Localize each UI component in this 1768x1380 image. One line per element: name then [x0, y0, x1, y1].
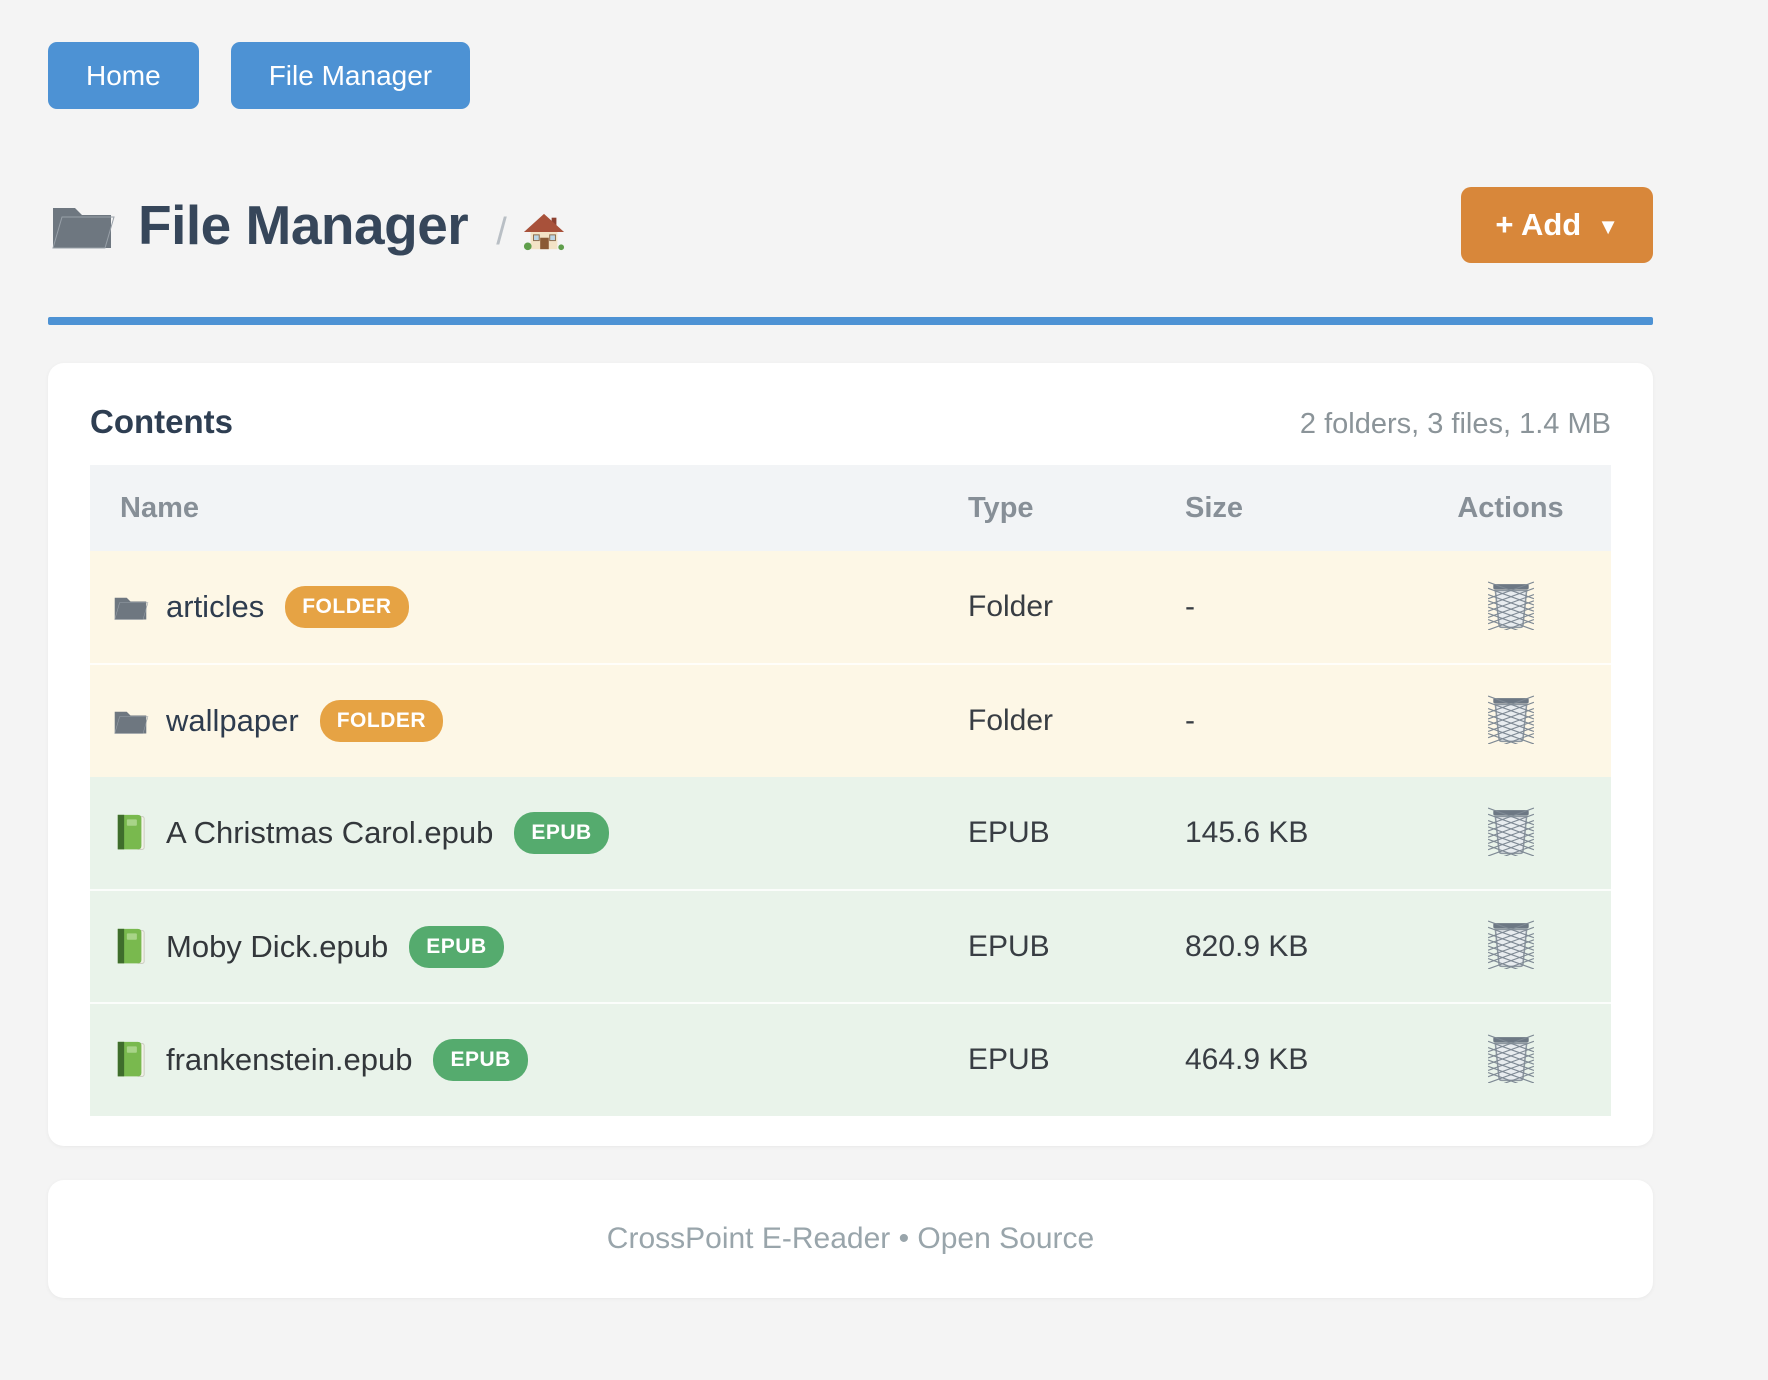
trash-icon — [1488, 580, 1534, 630]
size-value: 464.9 KB — [1185, 1003, 1410, 1116]
add-button[interactable]: + Add ▼ — [1461, 187, 1653, 263]
folder-icon — [112, 587, 149, 627]
size-value: 820.9 KB — [1185, 890, 1410, 1003]
trash-icon — [1488, 1033, 1534, 1083]
table-row[interactable]: articles FOLDER Folder - — [90, 551, 1611, 664]
table-row[interactable]: Moby Dick.epub EPUB EPUB 820.9 KB — [90, 890, 1611, 1003]
file-name[interactable]: A Christmas Carol.epub — [166, 815, 493, 851]
home-icon[interactable] — [523, 211, 565, 253]
trash-icon — [1488, 694, 1534, 744]
file-table: Name Type Size Actions articles FOLDER — [90, 465, 1611, 1116]
house-icon — [523, 211, 565, 253]
folder-name[interactable]: wallpaper — [166, 703, 299, 739]
table-row[interactable]: frankenstein.epub EPUB EPUB 464.9 KB — [90, 1003, 1611, 1116]
size-value: 145.6 KB — [1185, 777, 1410, 890]
size-value: - — [1185, 664, 1410, 777]
green-book-icon — [112, 927, 149, 967]
type-value: EPUB — [968, 1003, 1185, 1116]
epub-badge: EPUB — [409, 926, 503, 968]
home-button[interactable]: Home — [48, 42, 199, 109]
delete-button[interactable] — [1488, 580, 1534, 630]
breadcrumb-separator: / — [496, 211, 507, 254]
folder-icon — [112, 701, 149, 741]
page-header: File Manager / + Add ▼ — [48, 187, 1653, 263]
title-group: File Manager / — [48, 193, 565, 257]
delete-button[interactable] — [1488, 806, 1534, 856]
green-book-icon — [112, 813, 149, 853]
table-header-row: Name Type Size Actions — [90, 465, 1611, 551]
epub-badge: EPUB — [433, 1039, 527, 1081]
delete-button[interactable] — [1488, 919, 1534, 969]
epub-badge: EPUB — [514, 812, 608, 854]
card-title: Contents — [90, 403, 233, 441]
page-title: File Manager — [138, 193, 468, 257]
table-row[interactable]: wallpaper FOLDER Folder - — [90, 664, 1611, 777]
add-button-label: + Add — [1495, 207, 1581, 243]
trash-icon — [1488, 806, 1534, 856]
delete-button[interactable] — [1488, 1033, 1534, 1083]
contents-card: Contents 2 folders, 3 files, 1.4 MB Name… — [48, 363, 1653, 1146]
folder-badge: FOLDER — [320, 700, 443, 742]
trash-icon — [1488, 919, 1534, 969]
column-header-name: Name — [90, 465, 968, 551]
table-row[interactable]: A Christmas Carol.epub EPUB EPUB 145.6 K… — [90, 777, 1611, 890]
type-value: Folder — [968, 664, 1185, 777]
type-value: EPUB — [968, 890, 1185, 1003]
folder-icon — [48, 196, 116, 254]
column-header-size: Size — [1185, 465, 1410, 551]
folder-name[interactable]: articles — [166, 589, 264, 625]
file-name[interactable]: Moby Dick.epub — [166, 929, 388, 965]
card-header: Contents 2 folders, 3 files, 1.4 MB — [90, 403, 1611, 441]
type-value: Folder — [968, 551, 1185, 664]
file-name[interactable]: frankenstein.epub — [166, 1042, 412, 1078]
caret-down-icon: ▼ — [1597, 214, 1619, 240]
size-value: - — [1185, 551, 1410, 664]
column-header-actions: Actions — [1410, 465, 1611, 551]
footer-text: CrossPoint E-Reader • Open Source — [607, 1222, 1094, 1256]
header-divider — [48, 317, 1653, 325]
column-header-type: Type — [968, 465, 1185, 551]
green-book-icon — [112, 1040, 149, 1080]
footer: CrossPoint E-Reader • Open Source — [48, 1180, 1653, 1298]
contents-summary: 2 folders, 3 files, 1.4 MB — [1300, 408, 1611, 441]
file-manager-button[interactable]: File Manager — [231, 42, 470, 109]
type-value: EPUB — [968, 777, 1185, 890]
page-container: Home File Manager File Manager / + Add ▼… — [48, 0, 1653, 1298]
folder-badge: FOLDER — [285, 586, 408, 628]
top-nav: Home File Manager — [48, 0, 1653, 109]
breadcrumb: / — [496, 211, 565, 254]
delete-button[interactable] — [1488, 694, 1534, 744]
